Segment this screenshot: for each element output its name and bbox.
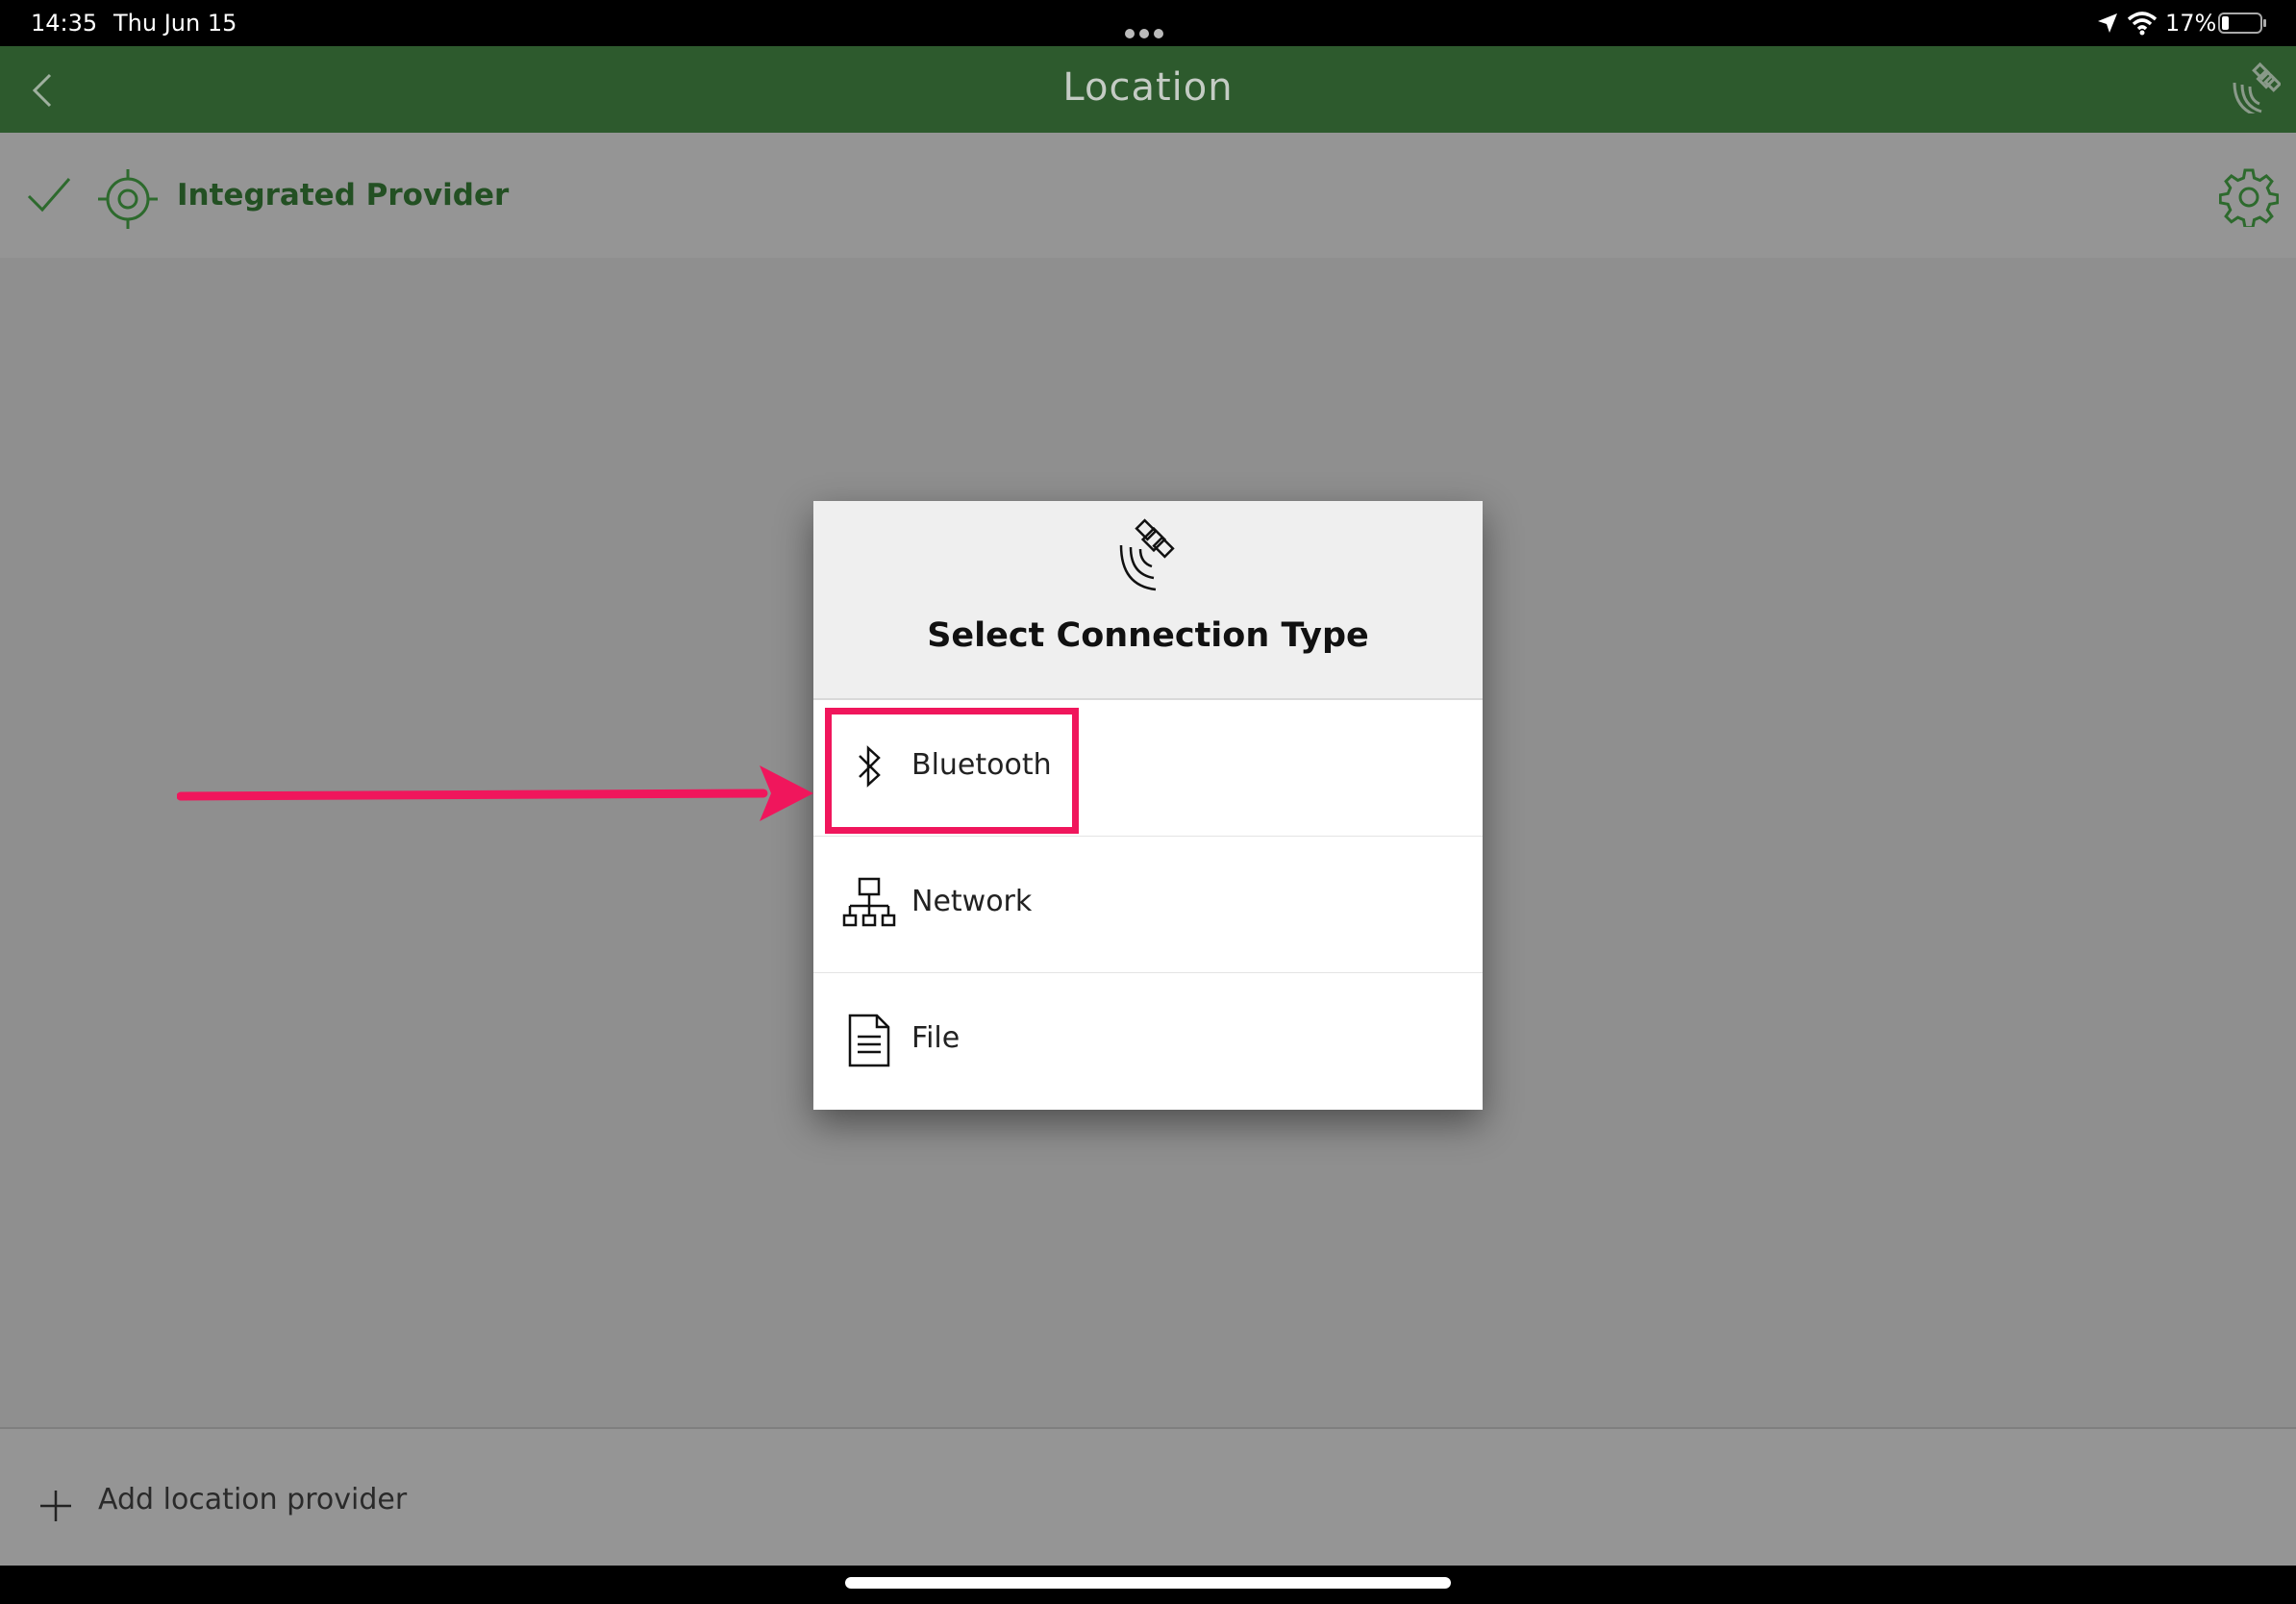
option-file[interactable]: File [813, 973, 1483, 1109]
multitasking-dots-icon[interactable] [1125, 17, 1171, 38]
battery-icon [2218, 13, 2266, 34]
highlight-box [825, 708, 1079, 834]
add-provider-bar[interactable]: Add location provider [0, 1427, 2296, 1567]
gear-icon[interactable] [2219, 167, 2279, 227]
satellite-icon [1119, 518, 1175, 591]
provider-name: Integrated Provider [177, 178, 510, 213]
home-indicator[interactable] [845, 1577, 1451, 1589]
pointer-arrow-icon [177, 765, 813, 821]
battery-percent: 17% [2165, 10, 2217, 37]
plus-icon [40, 1491, 71, 1521]
option-label: Network [911, 885, 1033, 918]
page-title: Location [1062, 65, 1234, 110]
location-arrow-icon [2098, 13, 2117, 33]
check-icon [27, 178, 71, 213]
option-network[interactable]: Network [813, 837, 1483, 974]
satellite-icon[interactable] [2229, 62, 2281, 113]
wifi-icon [2127, 12, 2158, 36]
crosshair-target-icon [98, 169, 158, 229]
status-time: 14:35 [31, 10, 98, 37]
dialog-header: Select Connection Type [813, 501, 1483, 700]
option-label: File [911, 1021, 961, 1055]
nav-header: Location [0, 46, 2296, 133]
dialog-title: Select Connection Type [927, 616, 1369, 655]
provider-row-integrated[interactable]: Integrated Provider [0, 133, 2296, 258]
add-provider-label: Add location provider [98, 1483, 408, 1516]
home-area [0, 1566, 2296, 1604]
status-bar: 14:35 Thu Jun 15 17% [0, 0, 2296, 46]
network-icon [842, 877, 896, 927]
status-date: Thu Jun 15 [113, 10, 237, 37]
file-icon [848, 1014, 890, 1067]
